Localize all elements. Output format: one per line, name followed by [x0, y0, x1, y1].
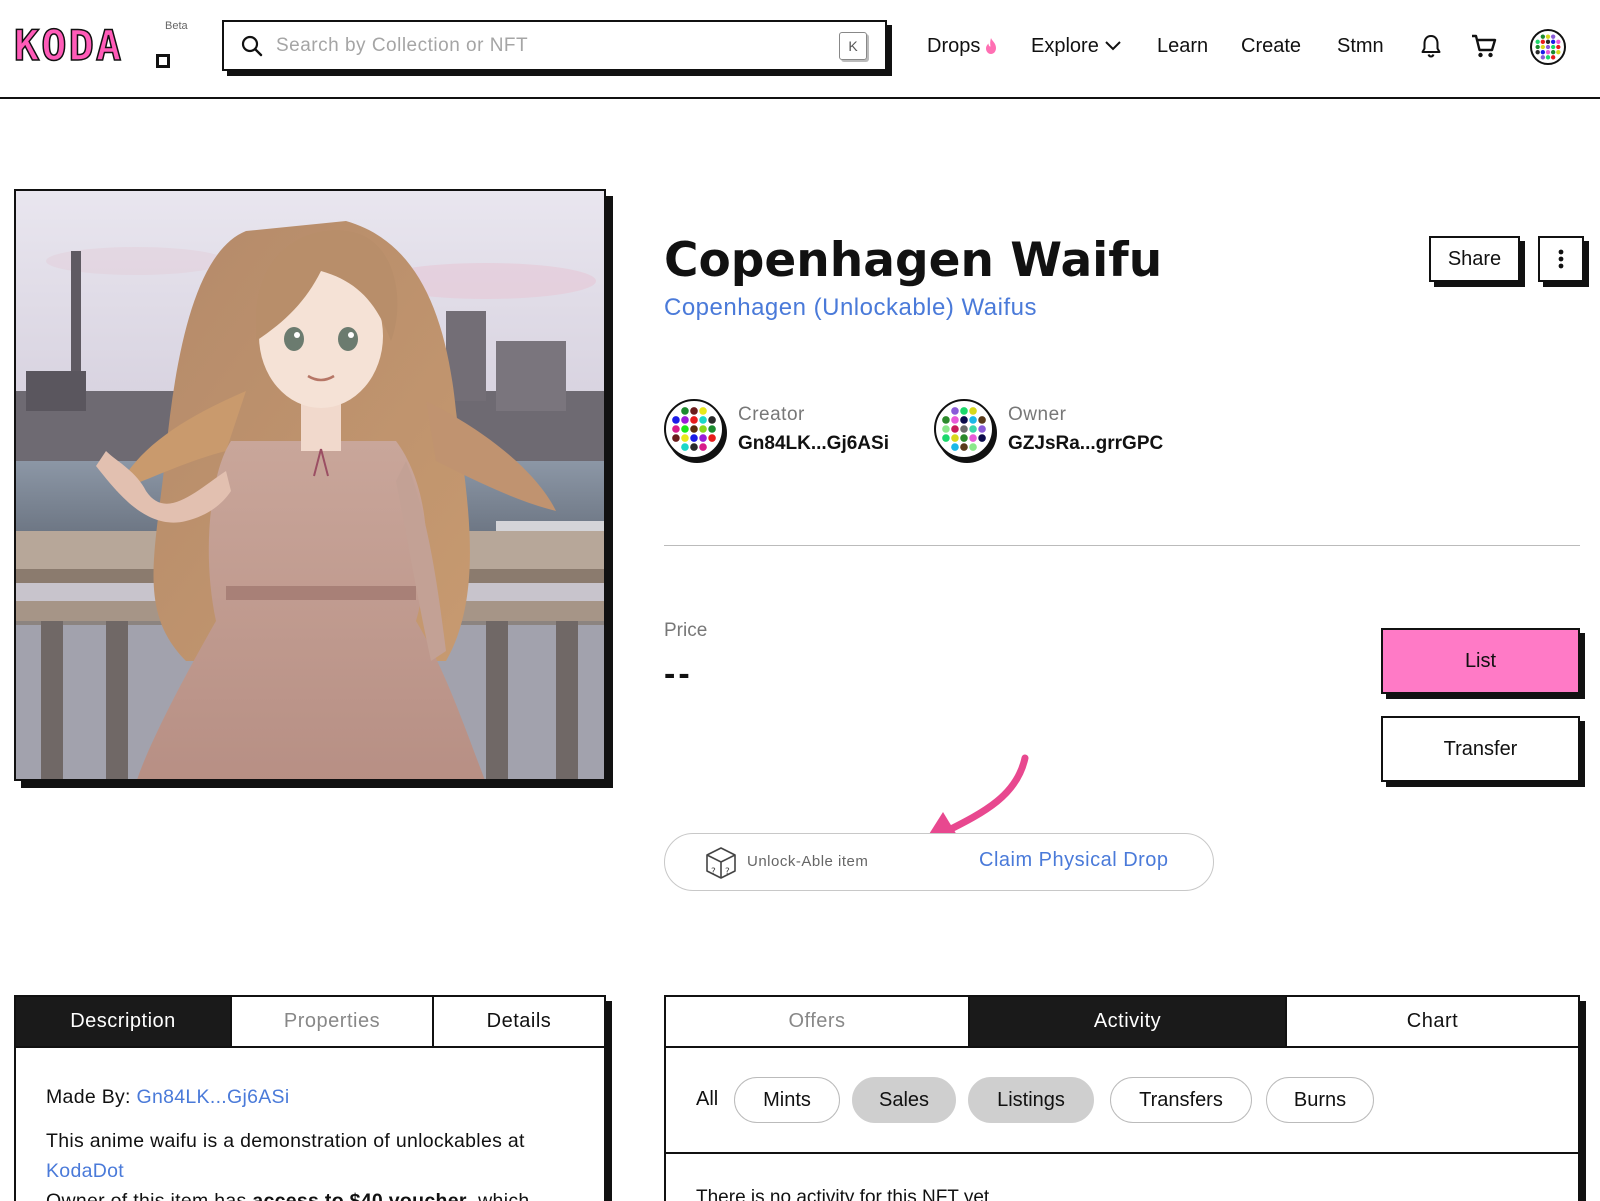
description-text-2: Owner of this item has [46, 1190, 247, 1201]
unlockable-banner: ? ? Unlock-Able item Claim Physical Drop [664, 833, 1214, 891]
transfer-button[interactable]: Transfer [1381, 716, 1580, 782]
creator-label: Creator [738, 404, 805, 425]
nft-artwork [16, 191, 604, 779]
nav-stmn[interactable]: Stmn [1337, 30, 1384, 62]
nft-title: Copenhagen Waifu [664, 233, 1163, 288]
activity-filters: All Mints Sales Listings Transfers Burns [666, 1050, 1578, 1154]
filter-burns[interactable]: Burns [1266, 1077, 1374, 1123]
claim-physical-drop-link[interactable]: Claim Physical Drop [979, 849, 1169, 872]
filter-sales[interactable]: Sales [852, 1077, 956, 1123]
nav-drops[interactable]: Drops [927, 30, 997, 62]
kodadot-logo[interactable]: KODA [13, 21, 174, 71]
description-body: Made By: Gn84LK...Gj6ASi This anime waif… [16, 1048, 604, 1201]
share-button[interactable]: Share [1429, 236, 1520, 282]
more-options-button[interactable] [1538, 236, 1584, 282]
svg-text:?: ? [725, 867, 730, 877]
owner-avatar [934, 399, 994, 459]
creator-block[interactable]: Creator Gn84LK...Gj6ASi [664, 399, 904, 465]
owner-block[interactable]: Owner GZJsRa...grrGPC [934, 399, 1194, 465]
list-button[interactable]: List [1381, 628, 1580, 694]
tab-details[interactable]: Details [432, 997, 604, 1046]
filter-all[interactable]: All [696, 1088, 718, 1111]
more-vertical-icon [1558, 249, 1564, 269]
nav-stmn-label: Stmn [1337, 34, 1384, 57]
keyboard-shortcut-hint: K [839, 32, 867, 60]
filter-listings[interactable]: Listings [968, 1077, 1094, 1123]
profile-icon[interactable] [1530, 29, 1566, 65]
unlockable-label: Unlock-Able item [747, 853, 869, 870]
tab-offers[interactable]: Offers [666, 997, 968, 1046]
logo-square [156, 54, 170, 68]
nav-learn[interactable]: Learn [1157, 30, 1208, 62]
tab-properties[interactable]: Properties [230, 997, 432, 1046]
description-text-2-end: , which [466, 1190, 530, 1201]
nav-explore-label: Explore [1031, 34, 1099, 57]
activity-tabs: Offers Activity Chart [666, 997, 1578, 1048]
chevron-down-icon [1105, 41, 1121, 51]
made-by-link[interactable]: Gn84LK...Gj6ASi [137, 1086, 290, 1108]
mystery-box-icon: ? ? [706, 847, 736, 879]
logo-text: KODA [13, 21, 124, 71]
nav-create-label: Create [1241, 34, 1302, 57]
search-input[interactable] [276, 30, 836, 62]
bell-icon[interactable] [1417, 32, 1445, 60]
nav-create[interactable]: Create [1241, 30, 1301, 62]
nav-explore[interactable]: Explore [1031, 30, 1121, 62]
kodadot-link[interactable]: KodaDot [46, 1160, 124, 1182]
search-bar: K [222, 20, 887, 71]
cart-icon[interactable] [1470, 32, 1498, 60]
nav-drops-label: Drops [927, 34, 981, 57]
owner-label: Owner [1008, 404, 1067, 425]
tab-activity[interactable]: Activity [968, 997, 1285, 1046]
tab-description[interactable]: Description [16, 997, 230, 1046]
owner-address: GZJsRa...grrGPC [1008, 433, 1164, 454]
nav-learn-label: Learn [1157, 34, 1209, 57]
voucher-text: access to $40 voucher [252, 1190, 467, 1201]
made-by-label: Made By: [46, 1086, 131, 1108]
description-tabs: Description Properties Details [16, 997, 604, 1048]
tab-chart[interactable]: Chart [1285, 997, 1578, 1046]
empty-activity-text: There is no activity for this NFT yet [696, 1187, 990, 1201]
price-label: Price [664, 620, 708, 641]
collection-link[interactable]: Copenhagen (Unlockable) Waifus [664, 294, 1037, 322]
creator-address: Gn84LK...Gj6ASi [738, 433, 889, 454]
description-panel: Description Properties Details Made By: … [14, 995, 606, 1201]
activity-panel: Offers Activity Chart All Mints Sales Li… [664, 995, 1580, 1201]
description-text: This anime waifu is a demonstration of u… [46, 1130, 525, 1152]
section-divider [664, 545, 1580, 546]
search-icon [241, 35, 263, 57]
filter-transfers[interactable]: Transfers [1110, 1077, 1252, 1123]
nft-image[interactable] [14, 189, 606, 781]
flame-icon [986, 38, 997, 54]
beta-badge: Beta [165, 20, 188, 32]
creator-avatar [664, 399, 724, 459]
filter-mints[interactable]: Mints [734, 1077, 840, 1123]
price-value: -- [664, 655, 693, 693]
svg-text:?: ? [711, 867, 716, 877]
site-header: KODA Beta K Drops Explore Learn Create S… [0, 0, 1600, 99]
